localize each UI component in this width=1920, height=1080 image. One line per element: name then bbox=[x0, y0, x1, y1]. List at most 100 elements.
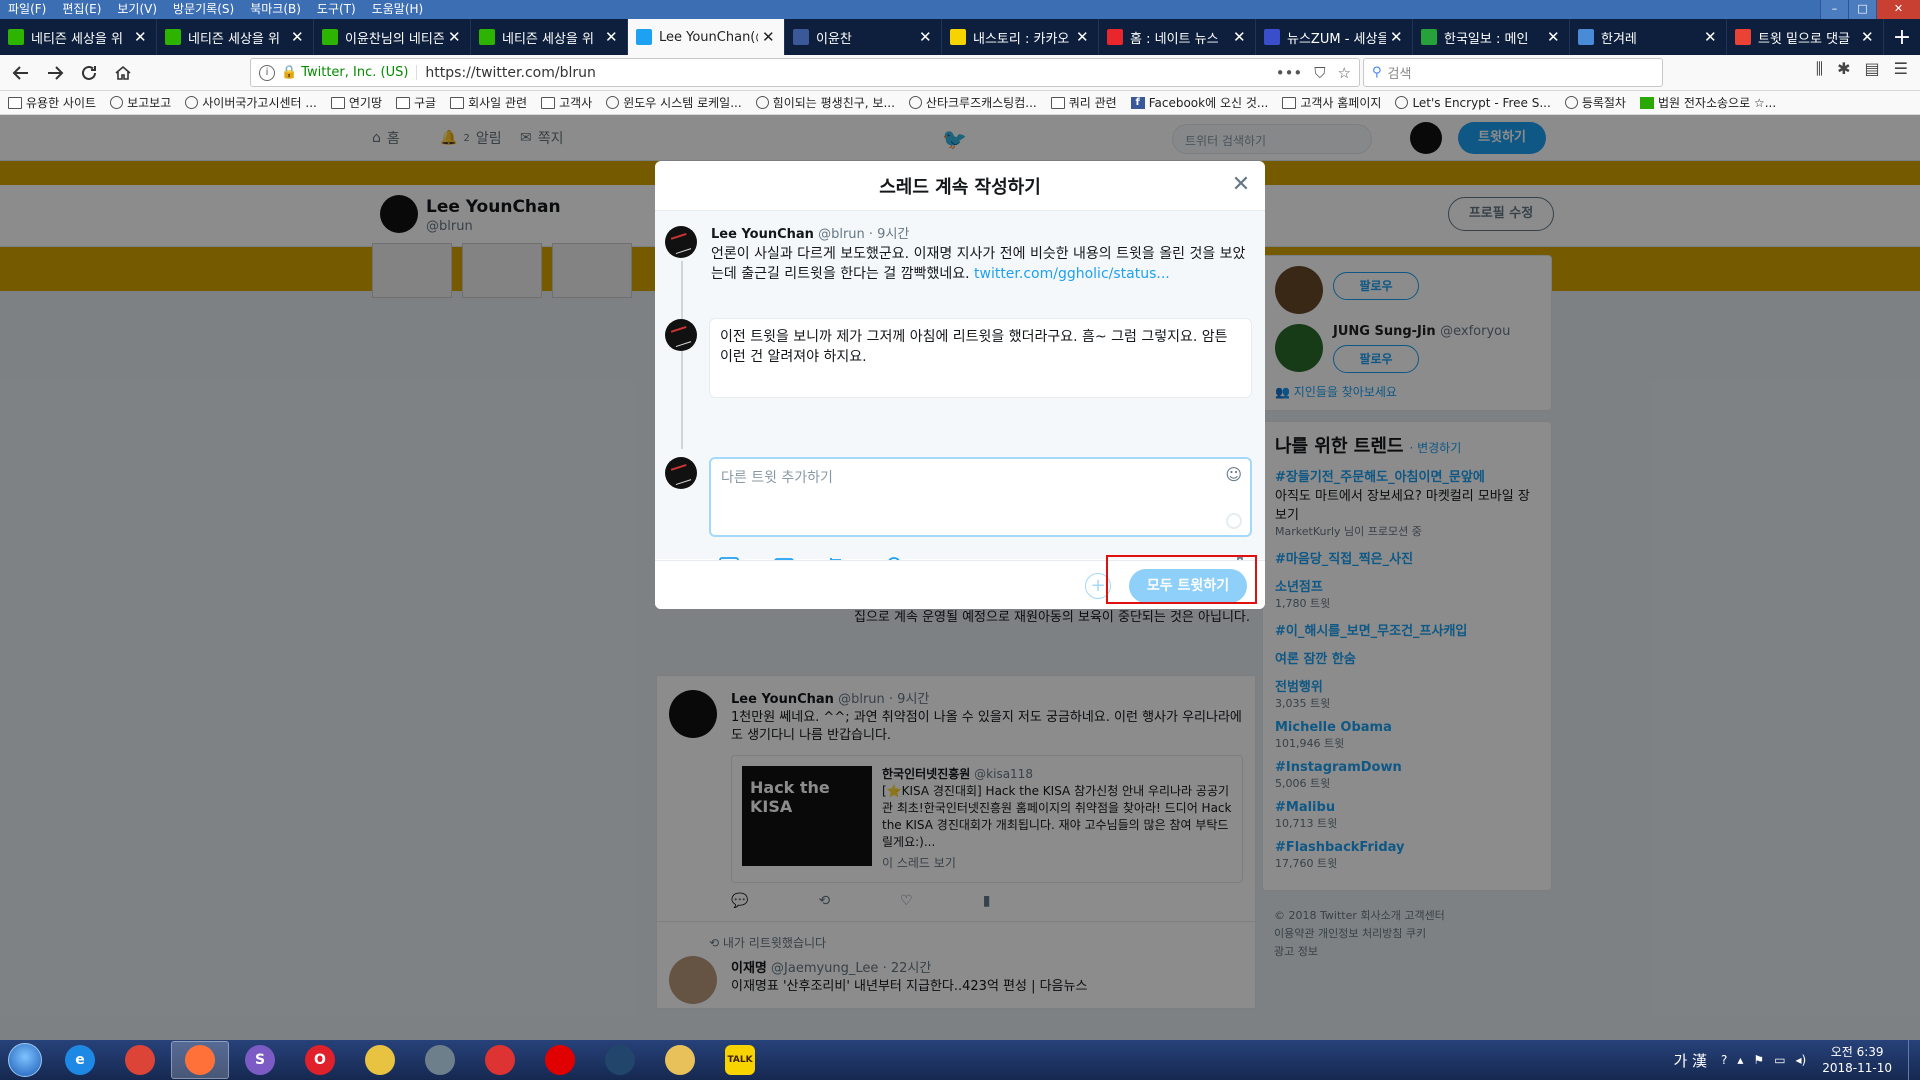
browser-tab[interactable]: 뉴스ZUM - 세상을 ✕ bbox=[1256, 19, 1413, 55]
menu-item[interactable]: 도구(T) bbox=[309, 0, 364, 19]
network-icon[interactable]: ▭ bbox=[1774, 1053, 1785, 1067]
site-identity[interactable]: Twitter, Inc. (US) bbox=[301, 65, 418, 80]
browser-tab[interactable]: 네티즌 세상을 위 ✕ bbox=[157, 19, 314, 55]
add-tweet-textarea[interactable]: 다른 트윗 추가하기 ☺ bbox=[709, 457, 1252, 537]
help-icon[interactable]: ? bbox=[1721, 1053, 1727, 1067]
show-desktop-button[interactable] bbox=[1908, 1040, 1920, 1080]
bookmark-item[interactable]: 보고보고 bbox=[110, 94, 171, 111]
emoji-icon[interactable]: ☺ bbox=[1225, 465, 1242, 484]
browser-tab[interactable]: Lee YounChan(@ ✕ bbox=[628, 19, 785, 55]
menu-item[interactable]: 북마크(B) bbox=[242, 0, 309, 19]
bookmark-star-icon[interactable]: ☆ bbox=[1338, 64, 1351, 82]
tweet-link[interactable]: twitter.com/ggholic/status... bbox=[974, 266, 1170, 282]
close-tab-icon[interactable]: ✕ bbox=[919, 28, 933, 46]
taskbar-app[interactable]: TALK bbox=[711, 1041, 769, 1079]
close-tab-icon[interactable]: ✕ bbox=[291, 28, 305, 46]
bookmark-label: Let's Encrypt - Free S... bbox=[1412, 95, 1551, 110]
globe-icon bbox=[110, 96, 124, 109]
browser-tab[interactable]: 네티즌 세상을 위 ✕ bbox=[471, 19, 628, 55]
address-bar[interactable]: i 🔒 Twitter, Inc. (US) https://twitter.c… bbox=[250, 58, 1360, 87]
close-window-button[interactable]: ✕ bbox=[1876, 0, 1920, 19]
taskbar-app[interactable] bbox=[351, 1041, 409, 1079]
browser-tab[interactable]: 이윤찬님의 네티즌 ✕ bbox=[314, 19, 471, 55]
bookmark-item[interactable]: f Facebook에 오신 것... bbox=[1130, 94, 1268, 111]
bookmark-item[interactable]: 구글 bbox=[395, 94, 436, 111]
volume-icon[interactable]: ◂) bbox=[1796, 1053, 1807, 1067]
browser-tab[interactable]: 트윗 밑으로 댓글 ✕ bbox=[1727, 19, 1884, 55]
close-tab-icon[interactable]: ✕ bbox=[1390, 28, 1404, 46]
close-tab-icon[interactable]: ✕ bbox=[134, 28, 148, 46]
ime-indicator[interactable]: 가 漢 bbox=[1673, 1050, 1707, 1071]
search-placeholder: 검색 bbox=[1387, 67, 1412, 82]
extension-icon[interactable]: ✱ bbox=[1837, 59, 1850, 79]
maximize-button[interactable]: □ bbox=[1848, 0, 1876, 19]
search-bar[interactable]: ⚲ 검색 bbox=[1363, 58, 1663, 87]
draft-tweet-textarea[interactable]: 이전 트윗을 보니까 제가 그저께 아침에 리트윗을 했더라구요. 흠~ 그럼 … bbox=[709, 318, 1252, 398]
bookmark-item[interactable]: 힘이되는 평생친구, 보... bbox=[755, 94, 895, 111]
bookmark-item[interactable]: 윈도우 시스템 로케일... bbox=[606, 94, 742, 111]
bookmark-item[interactable]: 법원 전자소송으로 ☆... bbox=[1639, 94, 1776, 111]
pocket-icon[interactable]: ⛉ bbox=[1314, 64, 1325, 82]
browser-tab[interactable]: 한겨레 ✕ bbox=[1570, 19, 1727, 55]
close-tab-icon[interactable]: ✕ bbox=[1861, 28, 1875, 46]
close-tab-icon[interactable]: ✕ bbox=[1233, 28, 1247, 46]
hamburger-menu-icon[interactable]: ☰ bbox=[1894, 59, 1908, 79]
library-icon[interactable]: ⫼ bbox=[1816, 59, 1823, 79]
bookmark-item[interactable]: 쿼리 관련 bbox=[1050, 94, 1117, 111]
start-button[interactable] bbox=[0, 1040, 50, 1080]
system-clock[interactable]: 오전 6:39 2018-11-10 bbox=[1822, 1044, 1892, 1076]
bookmark-label: 힘이되는 평생친구, 보... bbox=[772, 96, 895, 110]
close-tab-icon[interactable]: ✕ bbox=[762, 28, 776, 46]
taskbar-app[interactable] bbox=[471, 1041, 529, 1079]
forward-button[interactable] bbox=[38, 58, 72, 88]
sidebar-icon[interactable]: ▤ bbox=[1865, 59, 1880, 79]
browser-tab[interactable]: 이윤찬 ✕ bbox=[785, 19, 942, 55]
bookmark-item[interactable]: 유용한 사이트 bbox=[8, 94, 96, 111]
minimize-button[interactable]: – bbox=[1820, 0, 1848, 19]
menu-item[interactable]: 방문기록(S) bbox=[165, 0, 242, 19]
taskbar-app[interactable] bbox=[651, 1041, 709, 1079]
close-tab-icon[interactable]: ✕ bbox=[1704, 28, 1718, 46]
tab-bar: 네티즌 세상을 위 ✕ 네티즌 세상을 위 ✕ 이윤찬님의 네티즌 ✕ 네티즌 세상을 위 ✕… bbox=[0, 19, 1920, 55]
browser-tab[interactable]: 한국일보 : 메인 ✕ bbox=[1413, 19, 1570, 55]
tab-title: 이윤찬님의 네티즌 bbox=[345, 31, 444, 47]
taskbar-app[interactable]: e bbox=[51, 1041, 109, 1079]
info-icon[interactable]: i bbox=[259, 64, 275, 81]
close-tab-icon[interactable]: ✕ bbox=[448, 28, 462, 46]
browser-tab[interactable]: 네티즌 세상을 위 ✕ bbox=[0, 19, 157, 55]
close-tab-icon[interactable]: ✕ bbox=[1547, 28, 1561, 46]
close-tab-icon[interactable]: ✕ bbox=[605, 28, 619, 46]
bookmark-item[interactable]: Let's Encrypt - Free S... bbox=[1395, 95, 1551, 110]
taskbar-app[interactable] bbox=[411, 1041, 469, 1079]
taskbar-app[interactable] bbox=[531, 1041, 589, 1079]
bookmark-item[interactable]: 연기땅 bbox=[330, 94, 382, 111]
taskbar-app[interactable]: S bbox=[231, 1041, 289, 1079]
back-button[interactable] bbox=[4, 58, 38, 88]
home-button[interactable] bbox=[106, 58, 140, 88]
url-text[interactable]: https://twitter.com/blrun bbox=[425, 65, 1275, 81]
reload-button[interactable] bbox=[72, 58, 106, 88]
flag-icon[interactable]: ⚑ bbox=[1753, 1053, 1764, 1067]
new-tab-button[interactable]: + bbox=[1884, 19, 1920, 55]
tray-expand-icon[interactable]: ▴ bbox=[1737, 1053, 1743, 1067]
bookmark-item[interactable]: 회사일 관련 bbox=[450, 94, 527, 111]
menu-item[interactable]: 편집(E) bbox=[54, 0, 109, 19]
taskbar-app[interactable] bbox=[171, 1041, 229, 1079]
annotation-highlight bbox=[1106, 555, 1257, 604]
menu-item[interactable]: 보기(V) bbox=[109, 0, 165, 19]
menu-item[interactable]: 파일(F) bbox=[0, 0, 54, 19]
close-icon[interactable]: ✕ bbox=[1227, 171, 1255, 199]
browser-tab[interactable]: 내스토리 : 카카오 ✕ bbox=[942, 19, 1099, 55]
taskbar-app[interactable] bbox=[111, 1041, 169, 1079]
bookmark-item[interactable]: 고객사 bbox=[541, 94, 592, 111]
bookmark-item[interactable]: 산타크루즈캐스팅컴... bbox=[908, 94, 1037, 111]
page-actions-icon[interactable]: ••• bbox=[1276, 64, 1303, 82]
bookmark-item[interactable]: 사이버국가고시센터 ... bbox=[185, 94, 317, 111]
taskbar-app[interactable] bbox=[591, 1041, 649, 1079]
taskbar-app[interactable]: O bbox=[291, 1041, 349, 1079]
menu-item[interactable]: 도움말(H) bbox=[364, 0, 432, 19]
bookmark-item[interactable]: 고객사 홈페이지 bbox=[1282, 94, 1381, 111]
close-tab-icon[interactable]: ✕ bbox=[1076, 28, 1090, 46]
bookmark-item[interactable]: 등록절차 bbox=[1564, 94, 1626, 111]
browser-tab[interactable]: 홈 : 네이트 뉴스 ✕ bbox=[1099, 19, 1256, 55]
